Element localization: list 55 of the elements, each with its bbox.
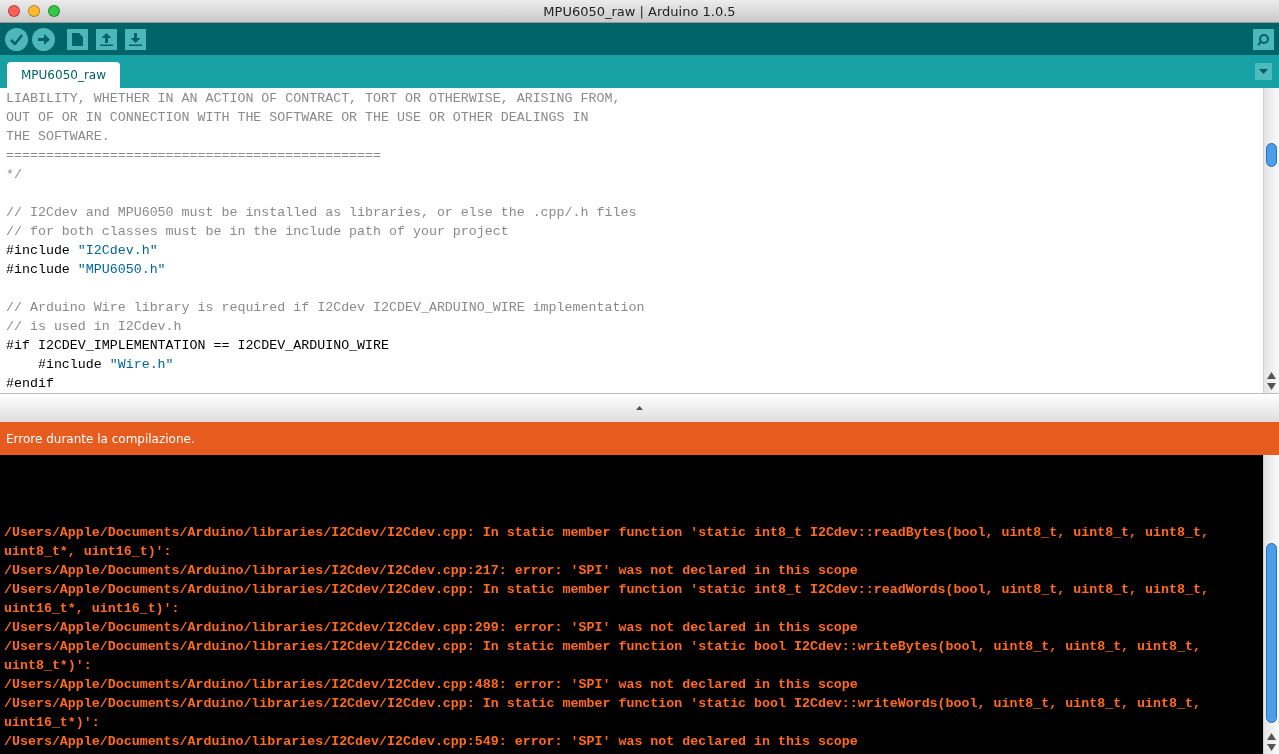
scroll-thumb[interactable] bbox=[1266, 543, 1277, 723]
code-line: // is used in I2Cdev.h bbox=[6, 319, 182, 334]
console-line: uint16_t*)': bbox=[4, 714, 101, 732]
zoom-button[interactable] bbox=[48, 5, 60, 17]
console-line: /Users/Apple/Documents/Arduino/libraries/I2Cdev/I2Cdev.cpp: In static member function 'static bool I2Cdev::writeBytes(bool, uint8_t, uint8_t, uint8_t, bbox=[4, 638, 1202, 656]
console-line: /Users/Apple/Documents/Arduino/libraries/I2Cdev/I2Cdev.cpp: In static member function 'static bool I2Cdev::writeWords(bool, uint8_t, uint8_t, uint8_t, bbox=[4, 695, 1202, 713]
console-scrollbar[interactable] bbox=[1263, 455, 1279, 754]
right-arrow-icon bbox=[37, 33, 50, 45]
close-button[interactable] bbox=[8, 5, 20, 17]
save-button[interactable] bbox=[125, 28, 146, 50]
status-message: Errore durante la compilazione. bbox=[6, 431, 195, 446]
tab-menu-button[interactable] bbox=[1255, 63, 1272, 80]
code-line: THE SOFTWARE. bbox=[6, 129, 110, 144]
console-line: uint16_t*, uint16_t)': bbox=[4, 600, 181, 618]
document-icon bbox=[72, 32, 83, 46]
code-line: // for both classes must be in the include path of your project bbox=[6, 224, 509, 239]
console-line: /Users/Apple/Documents/Arduino/libraries/I2Cdev/I2Cdev.cpp:488: error: 'SPI' was not declared in this scope bbox=[4, 676, 859, 694]
scroll-up-icon[interactable] bbox=[1267, 372, 1276, 379]
code-line: // Arduino Wire library is required if I2Cdev I2CDEV_ARDUINO_WIRE implementation bbox=[6, 300, 645, 315]
console-line: /Users/Apple/Documents/Arduino/libraries/I2Cdev/I2Cdev.cpp:549: error: 'SPI' was not declared in this scope bbox=[4, 733, 859, 751]
console-line: /Users/Apple/Documents/Arduino/libraries/I2Cdev/I2Cdev.cpp:217: error: 'SPI' was not declared in this scope bbox=[4, 562, 859, 580]
magnifier-icon bbox=[1256, 32, 1271, 46]
code-line: */ bbox=[6, 167, 22, 182]
checkmark-icon bbox=[10, 33, 23, 45]
editor-scrollbar[interactable] bbox=[1263, 88, 1279, 393]
console-line: /Users/Apple/Documents/Arduino/libraries/I2Cdev/I2Cdev.cpp:299: error: 'SPI' was not declared in this scope bbox=[4, 619, 859, 637]
up-arrow-icon bbox=[100, 32, 113, 46]
code-line: #include "MPU6050.h" bbox=[6, 262, 166, 277]
scroll-down-icon[interactable] bbox=[1267, 383, 1276, 390]
code-line: #if I2CDEV_IMPLEMENTATION == I2CDEV_ARDUINO_WIRE bbox=[6, 338, 389, 353]
caret-icon bbox=[1259, 69, 1268, 74]
code-line: // I2Cdev and MPU6050 must be installed as libraries, or else the .cpp/.h files bbox=[6, 205, 637, 220]
code-line: #endif bbox=[6, 376, 54, 391]
verify-button[interactable] bbox=[5, 27, 28, 51]
split-handle-icon[interactable] bbox=[636, 406, 643, 410]
code-line: OUT OF OR IN CONNECTION WITH THE SOFTWARE OR THE USE OR OTHER DEALINGS IN bbox=[6, 110, 589, 125]
scroll-thumb[interactable] bbox=[1266, 143, 1277, 167]
window-title: MPU6050_raw | Arduino 1.0.5 bbox=[542, 3, 737, 19]
open-button[interactable] bbox=[96, 28, 117, 50]
code-line: #include "I2Cdev.h" bbox=[6, 243, 158, 258]
minimize-button[interactable] bbox=[28, 5, 40, 17]
code-line: =============================================== bbox=[6, 148, 382, 163]
new-button[interactable] bbox=[67, 28, 88, 50]
upload-button[interactable] bbox=[32, 27, 55, 51]
console-line: uint8_t*)': bbox=[4, 657, 93, 675]
down-arrow-icon bbox=[129, 32, 142, 46]
serial-monitor-button[interactable] bbox=[1253, 28, 1274, 50]
console-line: /Users/Apple/Documents/Arduino/libraries/I2Cdev/I2Cdev.cpp: In static member function 'static int8_t I2Cdev::readBytes(bool, uint8_t, uint8_t, uint8_t, bbox=[4, 524, 1210, 542]
console-line: uint8_t*, uint16_t)': bbox=[4, 543, 173, 561]
console-line: /Users/Apple/Documents/Arduino/libraries/I2Cdev/I2Cdev.cpp: In static member function 'static int8_t I2Cdev::readWords(bool, uint8_t, uint8_t, uint8_t, bbox=[4, 581, 1210, 599]
scroll-up-icon[interactable] bbox=[1267, 733, 1276, 740]
code-line: #include "Wire.h" bbox=[36, 357, 174, 372]
scroll-down-icon[interactable] bbox=[1267, 744, 1276, 751]
code-line: LIABILITY, WHETHER IN AN ACTION OF CONTRACT, TORT OR OTHERWISE, ARISING FROM, bbox=[6, 91, 621, 106]
file-tab[interactable]: MPU6050_raw bbox=[7, 62, 120, 88]
